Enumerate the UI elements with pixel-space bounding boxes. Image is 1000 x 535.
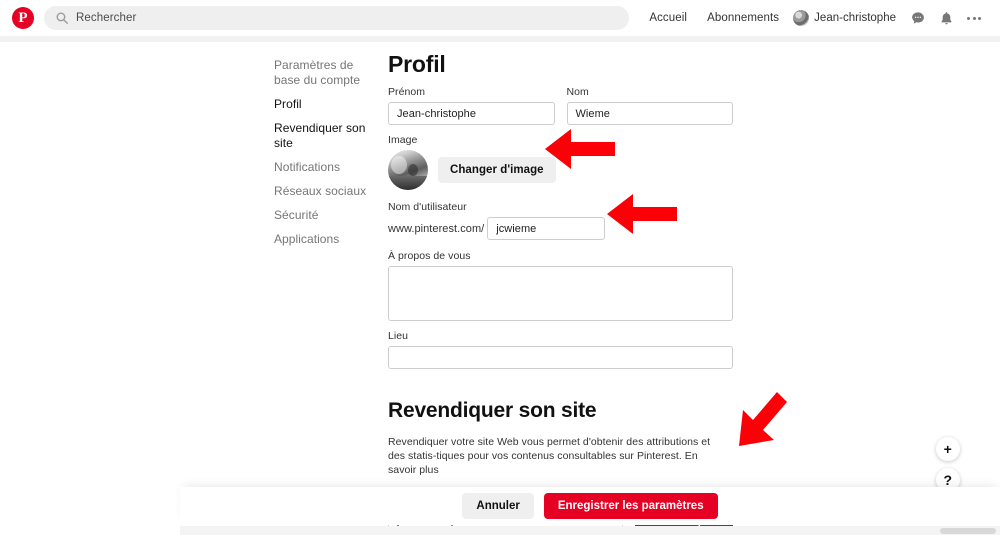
location-label: Lieu [388,330,409,342]
avatar [793,10,810,26]
horizontal-scrollbar[interactable] [180,526,1000,535]
nav-abonnements[interactable]: Abonnements [697,12,789,24]
cancel-button[interactable]: Annuler [462,493,534,519]
profile-photo[interactable] [388,150,428,190]
username-row: www.pinterest.com/ jcwieme [388,217,733,240]
location-input[interactable] [388,346,733,369]
sidebar-item-parametres-de-base[interactable]: Paramètres de base du compte [274,58,379,88]
header-right-group: Accueil Abonnements Jean-christophe [639,10,988,26]
username-label: Nom d'utilisateur [388,201,467,213]
username-input[interactable]: jcwieme [487,217,606,240]
messages-icon[interactable] [904,11,932,25]
bottom-action-bar: Annuler Enregistrer les paramètres [180,487,1000,525]
location-group: Lieu [388,330,733,369]
search-input[interactable]: Rechercher [44,6,630,30]
about-group: À propos de vous [388,250,733,321]
last-name-input[interactable]: Wieme [566,102,733,125]
username-url-prefix: www.pinterest.com/ [388,222,485,235]
user-menu[interactable]: Jean-christophe [789,10,904,26]
name-fields-row: Prénom Jean-christophe Nom Wieme [388,86,733,125]
settings-page: Paramètres de base du compte Profil Reve… [0,42,1000,535]
first-name-group: Prénom Jean-christophe [388,86,555,125]
page-title: Profil [388,51,446,77]
image-group: Image Changer d'image [388,134,733,190]
image-label: Image [388,134,418,146]
sidebar-item-notifications[interactable]: Notifications [274,160,379,175]
claim-section-title: Revendiquer son site [388,399,597,422]
about-textarea[interactable] [388,266,733,321]
screen: P Rechercher Accueil Abonnements Jean-ch… [0,0,1000,535]
scrollbar-thumb[interactable] [940,527,996,534]
image-row: Changer d'image [388,150,733,190]
header-divider [0,36,1000,42]
top-navigation-bar: P Rechercher Accueil Abonnements Jean-ch… [0,0,1000,36]
settings-content: Profil Prénom Jean-christophe Nom Wieme … [388,50,733,533]
about-label: À propos de vous [388,250,471,262]
last-name-group: Nom Wieme [566,86,733,125]
sidebar-item-reseaux-sociaux[interactable]: Réseaux sociaux [274,184,379,199]
first-name-label: Prénom [388,86,426,98]
settings-sidebar: Paramètres de base du compte Profil Reve… [274,58,379,256]
sidebar-item-revendiquer-son-site[interactable]: Revendiquer son site [274,121,379,151]
search-placeholder: Rechercher [76,12,137,24]
add-button[interactable]: + [935,437,960,461]
search-icon [56,12,68,24]
nav-accueil[interactable]: Accueil [639,12,697,24]
change-image-button[interactable]: Changer d'image [438,157,556,183]
notifications-icon[interactable] [932,11,960,26]
first-name-input[interactable]: Jean-christophe [388,102,555,125]
more-options-icon[interactable] [960,16,988,20]
pinterest-logo-icon[interactable]: P [12,7,34,29]
user-name-label: Jean-christophe [814,12,896,24]
sidebar-item-securite[interactable]: Sécurité [274,208,379,223]
sidebar-item-applications[interactable]: Applications [274,232,379,247]
claim-description: Revendiquer votre site Web vous permet d… [388,436,711,476]
username-group: Nom d'utilisateur www.pinterest.com/ jcw… [388,201,733,240]
sidebar-item-profil[interactable]: Profil [274,97,379,112]
last-name-label: Nom [566,86,589,98]
save-settings-button[interactable]: Enregistrer les paramètres [543,493,718,519]
